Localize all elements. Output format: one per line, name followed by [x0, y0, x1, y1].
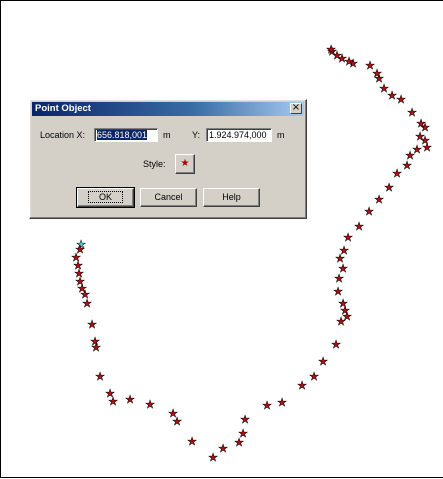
point-star-icon[interactable]: ★: [238, 427, 249, 441]
point-star-icon[interactable]: ★: [338, 297, 349, 311]
point-star-icon[interactable]: ★: [87, 318, 98, 332]
point-star-icon[interactable]: ★: [396, 93, 407, 107]
style-label: Style:: [143, 159, 166, 169]
star-symbol-icon: ★: [180, 158, 190, 169]
location-y-input[interactable]: 1.924.974,000: [206, 128, 272, 142]
location-x-label: Location X:: [40, 130, 86, 140]
cancel-button-label: Cancel: [154, 192, 183, 202]
location-x-input[interactable]: 656.818,001: [94, 128, 158, 142]
point-star-icon[interactable]: ★: [218, 442, 229, 456]
point-star-icon[interactable]: ★: [392, 167, 403, 181]
point-star-icon[interactable]: ★: [333, 285, 344, 299]
location-y-label: Y:: [192, 130, 201, 140]
point-star-icon[interactable]: ★: [108, 395, 119, 409]
location-y-unit: m: [277, 130, 285, 140]
location-y-value: 1.924.974,000: [209, 130, 267, 140]
point-star-icon[interactable]: ★: [297, 379, 308, 393]
cancel-button[interactable]: Cancel: [140, 188, 197, 207]
point-star-icon[interactable]: ★: [318, 355, 329, 369]
point-star-icon[interactable]: ★: [277, 396, 288, 410]
location-x-value: 656.818,001: [97, 130, 148, 140]
dialog-titlebar[interactable]: Point Object ×: [32, 102, 304, 116]
point-star-icon[interactable]: ★: [407, 106, 418, 120]
point-star-icon[interactable]: ★: [331, 338, 342, 352]
point-star-icon[interactable]: ★: [374, 193, 385, 207]
point-star-icon[interactable]: ★: [208, 451, 219, 465]
close-icon[interactable]: ×: [290, 103, 302, 114]
ok-button[interactable]: OK: [76, 187, 135, 208]
point-star-icon[interactable]: ★: [125, 393, 136, 407]
location-x-unit: m: [163, 130, 171, 140]
style-button[interactable]: ★: [175, 154, 195, 174]
point-star-icon[interactable]: ★: [342, 310, 353, 324]
map-canvas[interactable]: ★ ★ ★ ★ ★ ★ ★ ★ ★ ★ ★ ★ ★ ★ ★ ★ ★ ★ ★ ★ ★ ★ ★ ★ ★ ★ ★ ★ ★ ★ ★ ★ ★ ★ ★ ★ ★ ★ ★ ★…: [0, 0, 443, 478]
point-star-icon[interactable]: ★: [187, 435, 198, 449]
ok-button-label: OK: [87, 191, 123, 203]
point-star-icon[interactable]: ★: [422, 141, 433, 155]
point-star-icon[interactable]: ★: [95, 370, 106, 384]
point-star-icon[interactable]: ★: [309, 370, 320, 384]
point-star-icon[interactable]: ★: [339, 244, 350, 258]
point-star-icon[interactable]: ★: [82, 297, 93, 311]
point-star-icon[interactable]: ★: [343, 231, 354, 245]
point-star-icon[interactable]: ★: [172, 415, 183, 429]
point-star-icon[interactable]: ★: [262, 399, 273, 413]
point-layer[interactable]: ★★★★★★★★★★★★★★★ ★ ★★★★★★ ★★★★ ★★★★★★★★★★★★★★…: [1, 1, 443, 479]
help-button-label: Help: [222, 192, 241, 202]
point-star-icon[interactable]: ★: [354, 220, 365, 234]
point-star-icon[interactable]: ★: [326, 43, 337, 57]
point-star-icon[interactable]: ★: [91, 341, 102, 355]
point-object-dialog: Point Object × Location X: 656.818,001 m…: [29, 99, 307, 219]
dialog-title: Point Object: [35, 103, 91, 114]
point-star-icon[interactable]: ★: [384, 181, 395, 195]
point-star-icon[interactable]: ★: [365, 59, 376, 73]
point-star-icon[interactable]: ★: [416, 117, 427, 131]
point-star-icon[interactable]: ★: [145, 398, 156, 412]
help-button[interactable]: Help: [203, 188, 260, 207]
point-star-icon[interactable]: ★: [240, 413, 251, 427]
point-star-icon[interactable]: ★: [364, 205, 375, 219]
